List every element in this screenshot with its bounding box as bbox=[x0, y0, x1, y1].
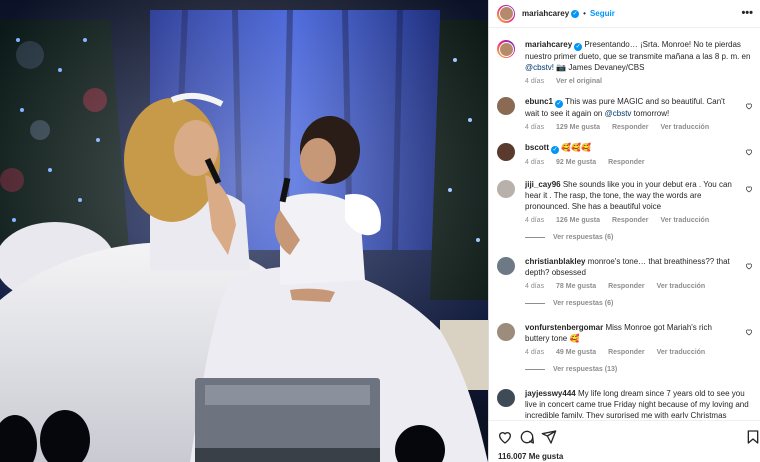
comment-likes[interactable]: 49 Me gusta bbox=[556, 349, 596, 356]
post-header: mariahcarey ✓ • Seguir ••• bbox=[489, 0, 760, 28]
caption-time[interactable]: 4 días bbox=[525, 78, 544, 85]
view-replies-button[interactable]: Ver respuestas (6) bbox=[525, 234, 613, 241]
comments-list[interactable]: mariahcarey ✓ Presentando… ¡Srta. Monroe!… bbox=[489, 30, 760, 418]
comment-avatar[interactable] bbox=[497, 143, 515, 161]
like-comment-heart-icon[interactable] bbox=[745, 262, 753, 270]
share-icon[interactable] bbox=[541, 429, 557, 445]
comment-likes[interactable]: 78 Me gusta bbox=[556, 283, 596, 290]
post-like-count[interactable]: 116.007 Me gusta bbox=[498, 452, 563, 461]
translate-button[interactable]: Ver traducción bbox=[660, 217, 709, 224]
view-replies-button[interactable]: Ver respuestas (6) bbox=[525, 300, 613, 307]
reply-button[interactable]: Responder bbox=[612, 124, 649, 131]
heart-icon[interactable] bbox=[497, 429, 513, 445]
comment-time[interactable]: 4 días bbox=[525, 283, 544, 290]
like-comment-heart-icon[interactable] bbox=[745, 328, 753, 336]
caption-avatar[interactable] bbox=[497, 40, 515, 58]
comment-time[interactable]: 4 días bbox=[525, 159, 544, 166]
comment-avatar[interactable] bbox=[497, 389, 515, 407]
caption-credit: 📷 James Devaney/CBS bbox=[556, 63, 645, 72]
comment-time[interactable]: 4 días bbox=[525, 217, 544, 224]
author-username[interactable]: mariahcarey bbox=[522, 9, 569, 18]
comment-avatar[interactable] bbox=[497, 257, 515, 275]
comment-item: jiji_cay96 She sounds like you in your d… bbox=[497, 179, 753, 224]
comment-avatar[interactable] bbox=[497, 97, 515, 115]
stage-photo bbox=[0, 0, 488, 462]
like-comment-heart-icon[interactable] bbox=[745, 102, 753, 110]
comment-item: jayjesswy444 My life long dream since 7 … bbox=[497, 388, 753, 418]
post-caption: mariahcarey ✓ Presentando… ¡Srta. Monroe!… bbox=[497, 39, 753, 85]
comment-mention[interactable]: @cbstv bbox=[605, 109, 632, 118]
translate-button[interactable]: Ver traducción bbox=[657, 283, 706, 290]
comment-username[interactable]: vonfurstenbergomar bbox=[525, 323, 603, 332]
verified-badge-icon: ✓ bbox=[555, 100, 564, 108]
comment-avatar[interactable] bbox=[497, 180, 515, 198]
reply-button[interactable]: Responder bbox=[608, 283, 645, 290]
comment-likes[interactable]: 126 Me gusta bbox=[556, 217, 600, 224]
reply-button[interactable]: Responder bbox=[612, 217, 649, 224]
comment-item: vonfurstenbergomar Miss Monroe got Maria… bbox=[497, 322, 753, 356]
translate-button[interactable]: Ver traducción bbox=[660, 124, 709, 131]
separator-dot: • bbox=[583, 9, 586, 18]
translate-button[interactable]: Ver traducción bbox=[657, 349, 706, 356]
comment-text-after: tomorrow! bbox=[633, 109, 670, 118]
bookmark-icon[interactable] bbox=[745, 429, 760, 445]
comment-icon[interactable] bbox=[519, 429, 535, 445]
comment-username[interactable]: jayjesswy444 bbox=[525, 389, 576, 398]
comment-avatar[interactable] bbox=[497, 323, 515, 341]
follow-button[interactable]: Seguir bbox=[590, 9, 615, 18]
comment-likes[interactable]: 92 Me gusta bbox=[556, 159, 596, 166]
post-sidebar: mariahcarey ✓ • Seguir ••• mariahcarey ✓ … bbox=[488, 0, 760, 462]
author-avatar[interactable] bbox=[497, 4, 515, 23]
comment-time[interactable]: 4 días bbox=[525, 124, 544, 131]
view-replies-button[interactable]: Ver respuestas (13) bbox=[525, 366, 617, 373]
comment-item: bscott ✓ 🥰🥰🥰 4 días 92 Me gusta Responder bbox=[497, 142, 753, 166]
verified-badge-icon: ✓ bbox=[551, 146, 559, 154]
comment-item: ebunc1 ✓ This was pure MAGIC and so beaut… bbox=[497, 96, 753, 131]
comment-username[interactable]: jiji_cay96 bbox=[525, 180, 561, 189]
comment-username[interactable]: christianblakley bbox=[525, 257, 585, 266]
comment-likes[interactable]: 129 Me gusta bbox=[556, 124, 600, 131]
post-actions: 116.007 Me gusta bbox=[489, 420, 760, 462]
like-comment-heart-icon[interactable] bbox=[745, 185, 753, 193]
reply-button[interactable]: Responder bbox=[608, 159, 645, 166]
comment-item: christianblakley monroe's tone… that bre… bbox=[497, 256, 753, 290]
comment-username[interactable]: bscott bbox=[525, 143, 549, 152]
see-original-link[interactable]: Ver el original bbox=[556, 78, 602, 85]
verified-badge-icon: ✓ bbox=[571, 9, 580, 18]
like-comment-heart-icon[interactable] bbox=[745, 148, 753, 156]
comment-text: 🥰🥰🥰 bbox=[561, 143, 592, 152]
verified-badge-icon: ✓ bbox=[574, 43, 583, 51]
more-options-icon[interactable]: ••• bbox=[741, 7, 753, 19]
comment-username[interactable]: ebunc1 bbox=[525, 97, 553, 106]
reply-button[interactable]: Responder bbox=[608, 349, 645, 356]
comment-time[interactable]: 4 días bbox=[525, 349, 544, 356]
caption-username[interactable]: mariahcarey bbox=[525, 40, 572, 49]
post-image[interactable] bbox=[0, 0, 488, 462]
caption-mention[interactable]: @cbstv! bbox=[525, 63, 554, 72]
